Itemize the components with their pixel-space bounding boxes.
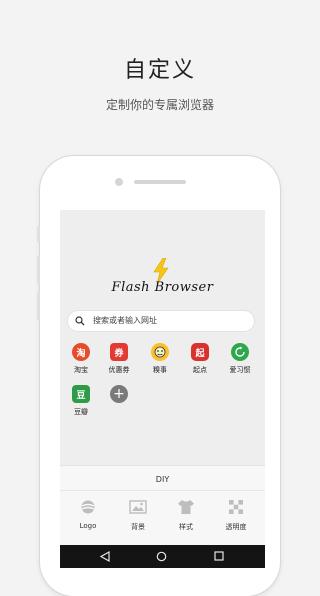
image-icon (129, 500, 147, 514)
taobao-icon: 淘 (72, 343, 90, 361)
shortcut-qiushi[interactable]: 糗事 (140, 343, 180, 375)
phone-side-button (37, 226, 40, 242)
back-icon[interactable] (100, 551, 110, 562)
home-icon[interactable] (156, 551, 167, 562)
shortcut-label: 优惠券 (108, 366, 130, 374)
douban-icon: 豆 (72, 385, 90, 403)
add-shortcut-button[interactable]: + (99, 385, 139, 403)
habit-icon (231, 343, 249, 361)
search-placeholder: 搜索或者输入网址 (93, 316, 157, 325)
shortcut-label: 爱习惯 (229, 366, 251, 374)
shortcut-label: 豆瓣 (74, 408, 88, 416)
diy-panel: DIY Logo 背景 样式 透明度 (60, 465, 265, 546)
logo-icon (81, 500, 95, 514)
diy-tool-label: 背景 (131, 523, 145, 531)
browser-logo: Flash Browser (60, 258, 265, 298)
shortcut-taobao[interactable]: 淘 淘宝 (61, 343, 101, 375)
phone-screen: Flash Browser 搜索或者输入网址 淘 淘宝 券 优惠券 糗事 起 起… (60, 210, 265, 568)
diy-background-button[interactable]: 背景 (118, 499, 158, 532)
divider (60, 490, 265, 491)
shortcut-label: 淘宝 (74, 366, 88, 374)
hero-subtitle: 定制你的专属浏览器 (105, 98, 214, 112)
phone-side-button (37, 256, 40, 284)
search-icon (75, 316, 85, 326)
qidian-icon: 起 (191, 343, 209, 361)
shortcut-label: 糗事 (153, 366, 167, 374)
diy-style-button[interactable]: 样式 (166, 499, 206, 532)
add-icon: + (110, 385, 128, 403)
search-bar[interactable]: 搜索或者输入网址 (68, 311, 254, 331)
recents-icon[interactable] (214, 551, 224, 561)
phone-camera (115, 178, 123, 186)
phone-side-button (37, 292, 40, 320)
qiushi-face-icon (151, 343, 169, 361)
shortcut-habit[interactable]: 爱习惯 (220, 343, 260, 375)
shirt-icon (178, 500, 194, 514)
hero-title: 自定义 (123, 58, 196, 83)
shortcut-douban[interactable]: 豆 豆瓣 (61, 385, 101, 417)
diy-tool-label: 透明度 (225, 523, 247, 531)
shortcut-qidian[interactable]: 起 起点 (180, 343, 220, 375)
navigation-bar (60, 545, 265, 568)
diy-title: DIY (155, 475, 170, 484)
diy-tool-label: 样式 (179, 523, 193, 531)
logo-text: Flash Browser (111, 280, 214, 295)
shortcut-coupon[interactable]: 券 优惠券 (99, 343, 139, 375)
diy-transparency-button[interactable]: 透明度 (216, 499, 256, 532)
diy-tool-label: Logo (79, 522, 97, 530)
phone-speaker (134, 180, 186, 184)
transparency-icon (229, 500, 243, 514)
shortcut-label: 起点 (193, 366, 207, 374)
coupon-icon: 券 (110, 343, 128, 361)
diy-logo-button[interactable]: Logo (68, 499, 108, 530)
